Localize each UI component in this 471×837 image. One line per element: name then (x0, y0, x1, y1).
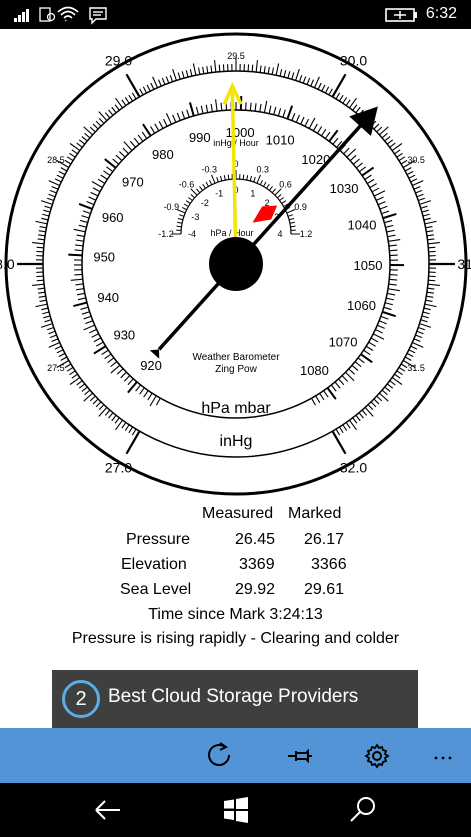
inhg-tick (218, 64, 221, 72)
rate-hpa-label: 4 (277, 229, 282, 239)
hpa-label: 970 (122, 175, 144, 190)
pressure-marked: 26.17 (304, 531, 345, 548)
readings-panel: Measured Marked Pressure 26.45 26.17 Ele… (0, 500, 471, 660)
elevation-label: Elevation (121, 556, 187, 573)
search-icon[interactable] (343, 790, 383, 830)
rate-hpa-label: -4 (188, 229, 196, 239)
pin-icon[interactable] (280, 736, 320, 776)
rate-inhg-label: 1.2 (300, 229, 313, 239)
hpa-label: 1060 (347, 298, 376, 313)
ad-banner[interactable]: 2 Best Cloud Storage Providers (52, 670, 418, 728)
refresh-icon[interactable] (200, 736, 240, 776)
ad-title: Best Cloud Storage Providers (108, 686, 359, 707)
battery-icon (385, 8, 417, 22)
inhg-minor-label: 31.5 (407, 363, 425, 373)
inhg-unit-label: inHg (220, 433, 253, 450)
rate-tick (176, 225, 182, 228)
rate-hpa-label: -3 (191, 212, 199, 222)
hpa-label: 950 (93, 250, 115, 265)
hpa-label: 1080 (300, 363, 329, 378)
inhg-minor-label: 30.5 (407, 155, 425, 165)
more-icon[interactable] (426, 736, 466, 776)
rate-tick (290, 225, 296, 228)
message-icon (89, 7, 107, 25)
back-icon[interactable] (88, 790, 128, 830)
hpa-tick (249, 102, 252, 111)
inhg-major-label: 28.0 (0, 256, 15, 272)
windows-start-icon[interactable] (216, 790, 256, 830)
rate-inhg-label: 0.6 (279, 180, 292, 190)
hpa-tick (74, 273, 83, 276)
hpa-label: 1030 (330, 181, 359, 196)
inhg-tick (36, 246, 44, 249)
pressure-trend: Pressure is rising rapidly - Clearing an… (71, 630, 400, 647)
rate-hpa-label: -1 (215, 188, 223, 198)
hpa-unit-label: hPa mbar (201, 400, 271, 417)
time-since-mark: Time since Mark 3:24:13 (148, 606, 323, 623)
ad-number-badge: 2 (62, 680, 100, 718)
hpa-tick (220, 102, 223, 111)
rate-inhg-title: inHg / Hour (213, 138, 259, 148)
inhg-major-label: 27.0 (105, 460, 132, 476)
sim-icon (39, 7, 56, 22)
hpa-tick (389, 274, 398, 276)
sea-level-label: Sea Level (120, 581, 192, 598)
barometer-gauge: 27.0 28.0 29.0 30.0 31.0 32.0 27.5 28.5 29.5 30.5… (0, 32, 471, 496)
rate-inhg-label: -0.3 (201, 164, 217, 174)
settings-icon[interactable] (357, 736, 397, 776)
rate-tick (227, 174, 230, 180)
measured-header: Measured (202, 505, 274, 522)
inhg-tick (36, 279, 44, 282)
status-bar: 6:32 (0, 0, 471, 29)
rate-inhg-label: -1.2 (158, 229, 174, 239)
hpa-tick (74, 249, 83, 252)
inhg-major-label: 31.0 (457, 256, 471, 272)
wifi-icon (57, 6, 79, 22)
hpa-label: 1010 (266, 133, 295, 148)
marked-header: Marked (288, 505, 342, 522)
pressure-label: Pressure (126, 531, 191, 548)
sea-level-measured: 29.92 (235, 581, 276, 598)
elevation-marked: 3366 (311, 556, 347, 573)
barometer-brand: Zing Pow (215, 364, 257, 375)
hpa-label: 940 (97, 290, 119, 305)
rate-hpa-label: 1 (250, 188, 255, 198)
navigation-bar (0, 783, 471, 837)
rate-inhg-label: -0.6 (179, 180, 195, 190)
gauge-center-hub (209, 237, 263, 291)
hpa-tick (68, 253, 83, 257)
signal-icon (14, 9, 29, 22)
hpa-label: 1070 (329, 334, 358, 349)
inhg-major-label: 29.0 (105, 52, 132, 68)
clock: 6:32 (425, 5, 457, 22)
rate-inhg-label: -0.9 (164, 202, 180, 212)
hpa-label: 980 (152, 147, 174, 162)
sea-level-marked: 29.61 (304, 581, 345, 598)
inhg-major-label: 32.0 (340, 460, 367, 476)
inhg-minor-label: 27.5 (47, 363, 65, 373)
hpa-label: 930 (113, 327, 135, 342)
app-bar (0, 728, 471, 783)
rate-inhg-label: 0.3 (257, 164, 270, 174)
rate-hpa-title: hPa / Hour (210, 228, 253, 238)
hpa-tick (389, 249, 398, 252)
hpa-label: 920 (140, 358, 162, 373)
elevation-measured: 3369 (239, 556, 275, 573)
inhg-minor-label: 28.5 (47, 155, 65, 165)
inhg-major-label: 30.0 (340, 52, 367, 68)
hpa-label: 990 (189, 130, 211, 145)
rate-hpa-label: -2 (201, 198, 209, 208)
inhg-tick (251, 64, 254, 72)
rate-tick (242, 174, 245, 180)
inhg-minor-label: 29.5 (227, 51, 245, 61)
pressure-measured: 26.45 (235, 531, 276, 548)
inhg-tick (428, 279, 436, 282)
rate-inhg-label: 0.9 (294, 202, 307, 212)
inhg-tick (428, 246, 436, 249)
barometer-name: Weather Barometer (192, 352, 280, 363)
hpa-label: 960 (102, 210, 124, 225)
hpa-label: 1050 (354, 258, 383, 273)
hpa-label: 1040 (348, 218, 377, 233)
status-icons (14, 6, 107, 25)
